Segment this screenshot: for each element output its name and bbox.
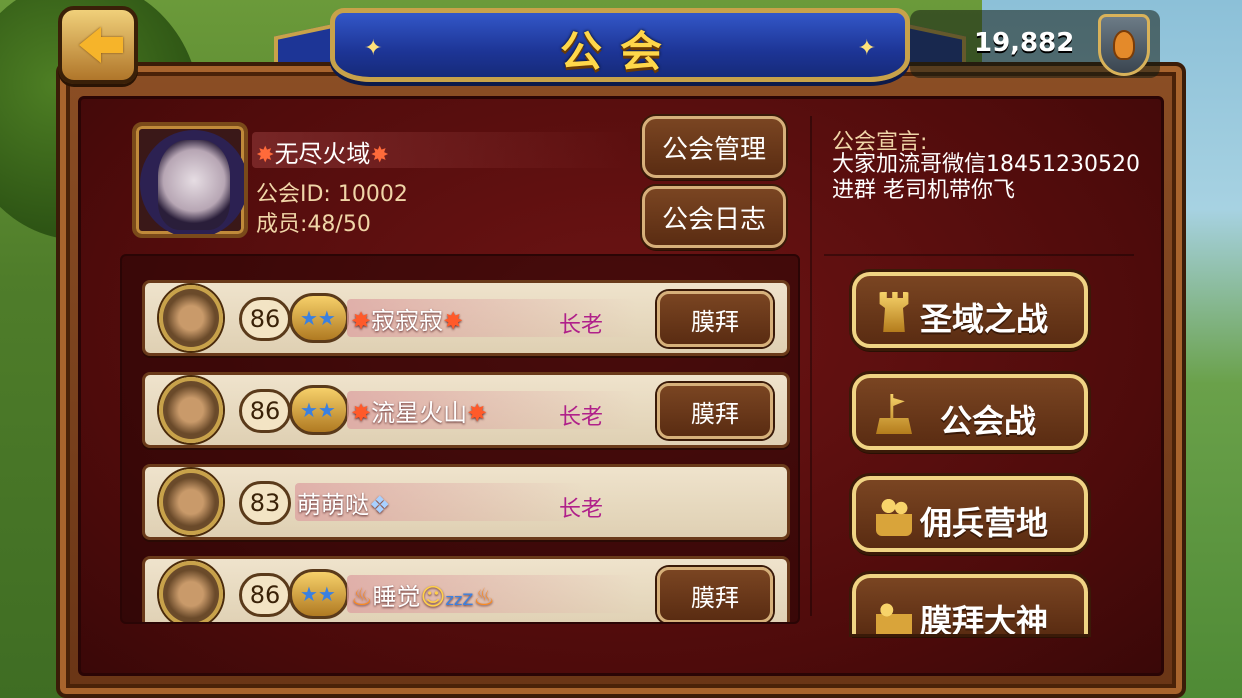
sanctuary-battle-button[interactable]: 圣域之战 [852, 272, 1088, 348]
member-level: 83 [239, 481, 291, 525]
guild-member-count: 成员:48/50 [256, 212, 371, 237]
explosion-icon: ✸ [443, 307, 464, 335]
member-role: 长老 [559, 313, 604, 338]
rank-crest-icon [289, 385, 349, 435]
sparkle-icon: ❖ [369, 491, 391, 519]
member-role: 长老 [559, 497, 604, 522]
page-title: 公会 [559, 27, 680, 76]
worship-master-button[interactable]: 膜拜大神 [852, 574, 1088, 634]
member-level: 86 [239, 297, 291, 341]
flag-icon [876, 394, 912, 434]
worship-button[interactable]: 膜拜 [657, 291, 773, 347]
zzz-icon: zzZ [445, 590, 474, 609]
member-level: 86 [239, 573, 291, 617]
guild-name: ✸无尽火域✸ [256, 140, 389, 168]
divider [824, 254, 1134, 256]
divider [810, 116, 812, 616]
back-button[interactable] [58, 6, 138, 84]
worship-button[interactable]: 膜拜 [657, 383, 773, 439]
guild-log-button[interactable]: 公会日志 [642, 186, 786, 248]
member-role: 长老 [559, 405, 604, 430]
title-banner: ✦ ✦ 公会 [274, 4, 966, 97]
explosion-icon: ✸ [467, 399, 488, 427]
elf-archer-avatar[interactable] [159, 469, 223, 535]
member-row[interactable]: 86 ✸流星火山✸ 长老 膜拜 [142, 372, 790, 448]
member-row[interactable]: 83 萌萌哒❖ 长老 [142, 464, 790, 540]
currency-display: 19,882 [910, 10, 1160, 78]
dark-mage-avatar[interactable] [159, 561, 223, 622]
mercenary-camp-button[interactable]: 佣兵营地 [852, 476, 1088, 552]
member-name: ✸寂寂寂✸ [351, 307, 464, 335]
explosion-icon: ✸ [370, 143, 389, 168]
declaration-text: 大家加流哥微信18451230520 进群 老司机带你飞 [832, 152, 1140, 203]
back-arrow-icon [79, 27, 123, 63]
currency-amount: 19,882 [974, 28, 1075, 58]
member-list[interactable]: 86 ✸寂寂寂✸ 长老 膜拜 86 ✸流星火山✸ 长老 膜拜 83 萌萌哒❖ 长… [120, 254, 800, 624]
guild-war-button[interactable]: 公会战 [852, 374, 1088, 450]
explosion-icon: ✸ [351, 399, 372, 427]
member-name: 萌萌哒❖ [297, 491, 391, 519]
worship-icon [876, 594, 912, 634]
fire-icon: ♨ [473, 583, 495, 611]
rank-crest-icon [289, 569, 349, 619]
member-level: 86 [239, 389, 291, 433]
guild-emblem [132, 122, 248, 238]
sleepy-face-icon: ☺ [420, 583, 446, 611]
member-row[interactable]: 86 ♨睡觉☺zzZ♨ 膜拜 [142, 556, 790, 622]
explosion-icon: ✸ [256, 143, 275, 168]
pirate-captain-avatar[interactable] [159, 285, 223, 351]
rank-crest-icon [289, 293, 349, 343]
tower-icon [879, 292, 909, 332]
drumstick-shield-icon[interactable] [1098, 14, 1150, 76]
explosion-icon: ✸ [351, 307, 372, 335]
member-name: ✸流星火山✸ [351, 399, 488, 427]
dwarf-warrior-avatar[interactable] [159, 377, 223, 443]
guild-manage-button[interactable]: 公会管理 [642, 116, 786, 178]
fire-icon: ♨ [351, 583, 373, 611]
member-name: ♨睡觉☺zzZ♨ [351, 583, 495, 611]
people-icon [876, 496, 912, 536]
member-row[interactable]: 86 ✸寂寂寂✸ 长老 膜拜 [142, 280, 790, 356]
worship-button[interactable]: 膜拜 [657, 567, 773, 622]
guild-id: 公会ID: 10002 [256, 182, 408, 207]
